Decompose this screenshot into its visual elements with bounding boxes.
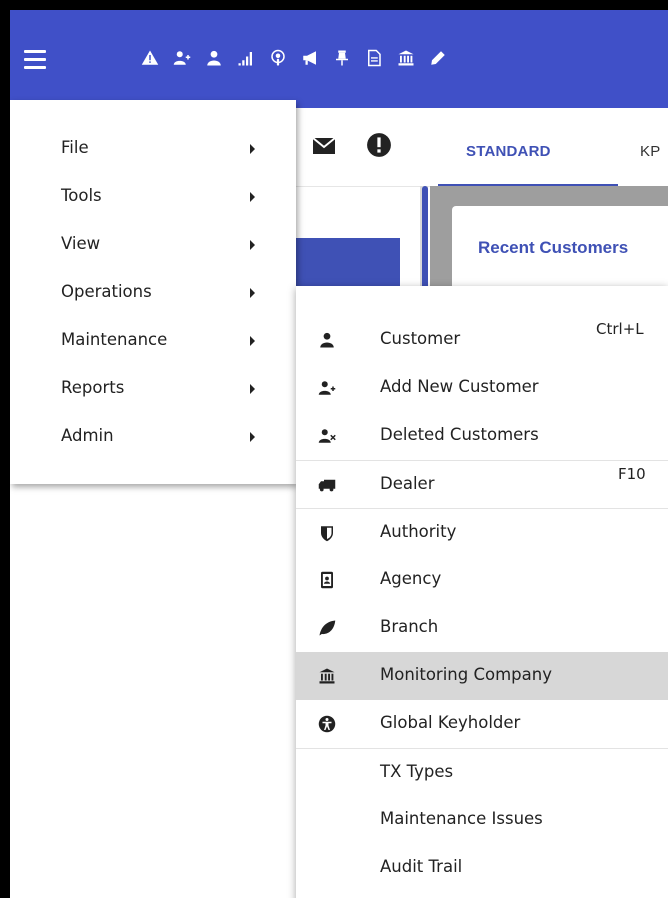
shortcut-label: F10 xyxy=(618,465,646,483)
menu-item-maintenance[interactable]: Maintenance xyxy=(10,328,296,376)
leaf-icon xyxy=(318,619,336,637)
submenu-item-label: Authority xyxy=(380,522,457,541)
shield-icon xyxy=(318,524,336,542)
submenu-item-label: TX Types xyxy=(380,762,454,781)
mail-icon[interactable] xyxy=(312,134,336,158)
menu-item-label: Tools xyxy=(61,186,102,205)
menu-item-label: View xyxy=(61,234,101,253)
submenu-item-tx-types[interactable]: TX Types xyxy=(296,748,668,797)
bank-icon xyxy=(318,667,336,685)
bank-icon[interactable] xyxy=(390,43,422,73)
submenu-item-label: Branch xyxy=(380,617,439,636)
alert-triangle-icon[interactable] xyxy=(134,43,166,73)
toolbar xyxy=(134,43,454,73)
user-icon xyxy=(318,331,336,349)
caret-right-icon xyxy=(250,240,255,250)
app-window: STANDARD KP Recent Customers File Tools … xyxy=(0,0,668,898)
add-user-icon xyxy=(318,379,336,397)
thumbtack-icon[interactable] xyxy=(326,43,358,73)
submenu-item-label: Add New Customer xyxy=(380,377,539,396)
submenu-item-agency[interactable]: Agency xyxy=(296,556,668,604)
menu-item-admin[interactable]: Admin xyxy=(10,424,296,472)
submenu-item-label: Audit Trail xyxy=(380,857,463,876)
universal-access-icon xyxy=(318,715,336,733)
exclamation-circle-icon[interactable] xyxy=(366,132,392,158)
bullhorn-icon[interactable] xyxy=(294,43,326,73)
hamburger-menu-icon[interactable] xyxy=(24,50,46,74)
tab-kpi[interactable]: KP xyxy=(640,143,660,160)
submenu-item-add-new-customer[interactable]: Add New Customer xyxy=(296,364,668,412)
submenu-item-global-keyholder[interactable]: Global Keyholder xyxy=(296,700,668,748)
menu-item-label: Operations xyxy=(61,282,152,301)
menu-item-view[interactable]: View xyxy=(10,232,296,280)
signal-bars-icon[interactable] xyxy=(230,43,262,73)
submenu-item-customer[interactable]: Customer Ctrl+L xyxy=(296,316,668,364)
caret-right-icon xyxy=(250,192,255,202)
submenu-item-maintenance-issues[interactable]: Maintenance Issues xyxy=(296,796,668,844)
add-user-icon[interactable] xyxy=(166,43,198,73)
podcast-icon[interactable] xyxy=(262,43,294,73)
submenu-item-label: Monitoring Company xyxy=(380,665,552,684)
menu-item-operations[interactable]: Operations xyxy=(10,280,296,328)
submenu-item-authority[interactable]: Authority xyxy=(296,508,668,557)
caret-right-icon xyxy=(250,144,255,154)
submenu-item-label: Maintenance Issues xyxy=(380,809,543,828)
main-menu: File Tools View Operations Maintenance R… xyxy=(10,100,296,484)
submenu-item-monitoring-company[interactable]: Monitoring Company xyxy=(296,652,668,700)
submenu-item-deleted-customers[interactable]: Deleted Customers xyxy=(296,412,668,460)
submenu-item-branch[interactable]: Branch xyxy=(296,604,668,652)
submenu-item-label: Global Keyholder xyxy=(380,713,521,732)
submenu-item-dealer[interactable]: Dealer F10 xyxy=(296,460,668,509)
id-badge-icon xyxy=(318,571,336,589)
submenu-item-label: Agency xyxy=(380,569,442,588)
caret-right-icon xyxy=(250,384,255,394)
submenu-item-label: Dealer xyxy=(380,474,435,493)
app-bar xyxy=(10,10,668,108)
submenu-item-label: Deleted Customers xyxy=(380,425,539,444)
shortcut-label: Ctrl+L xyxy=(596,320,644,338)
submenu-item-audit-trail[interactable]: Audit Trail xyxy=(296,844,668,892)
pencil-icon[interactable] xyxy=(422,43,454,73)
menu-item-label: File xyxy=(61,138,89,157)
document-icon[interactable] xyxy=(358,43,390,73)
menu-item-label: Maintenance xyxy=(61,330,168,349)
menu-item-tools[interactable]: Tools xyxy=(10,184,296,232)
caret-right-icon xyxy=(250,288,255,298)
caret-right-icon xyxy=(250,336,255,346)
menu-item-label: Reports xyxy=(61,378,125,397)
submenu-item-label: Customer xyxy=(380,329,461,348)
user-icon[interactable] xyxy=(198,43,230,73)
truck-icon xyxy=(318,476,336,494)
menu-item-reports[interactable]: Reports xyxy=(10,376,296,424)
delete-user-icon xyxy=(318,427,336,445)
caret-right-icon xyxy=(250,432,255,442)
card-title: Recent Customers xyxy=(478,238,629,257)
tab-standard[interactable]: STANDARD xyxy=(466,143,551,160)
menu-item-file[interactable]: File xyxy=(10,136,296,184)
operations-submenu: Customer Ctrl+L Add New Customer Deleted… xyxy=(296,286,668,898)
menu-item-label: Admin xyxy=(61,426,114,445)
